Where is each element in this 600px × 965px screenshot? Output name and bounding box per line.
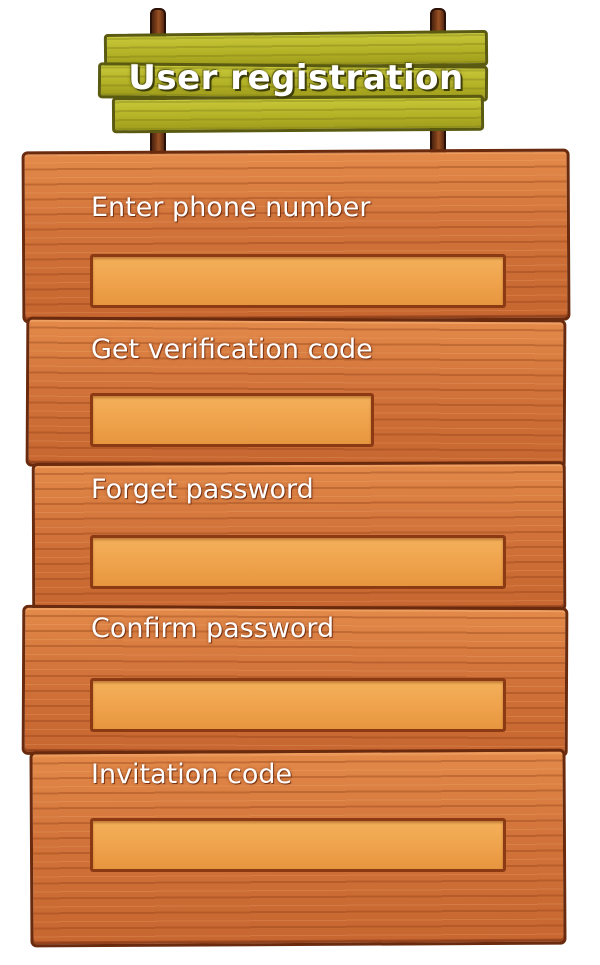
title-board-plank bbox=[111, 94, 485, 134]
password-input[interactable] bbox=[90, 535, 506, 589]
confirm-password-label: Confirm password bbox=[91, 613, 335, 644]
phone-number-input[interactable] bbox=[90, 254, 506, 308]
verification-code-label: Get verification code bbox=[91, 334, 373, 365]
password-label: Forget password bbox=[91, 474, 314, 505]
phone-number-label: Enter phone number bbox=[91, 192, 371, 223]
invitation-code-input[interactable] bbox=[90, 818, 506, 872]
confirm-password-input[interactable] bbox=[90, 678, 506, 732]
page-title: User registration bbox=[128, 58, 464, 98]
invitation-code-label: Invitation code bbox=[91, 759, 293, 790]
verification-code-input[interactable] bbox=[90, 393, 374, 447]
title-sign: User registration bbox=[97, 29, 489, 134]
